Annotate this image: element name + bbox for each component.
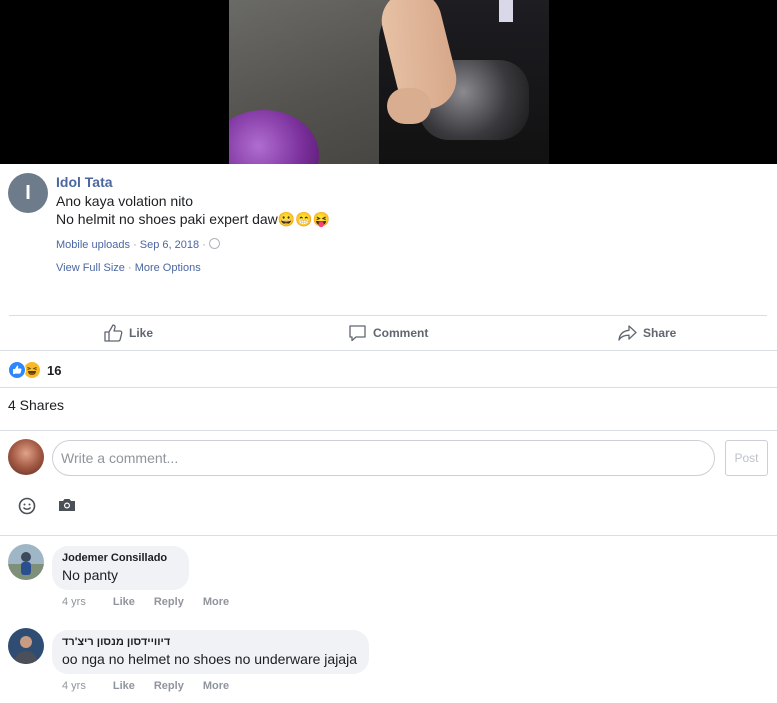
camera-icon[interactable] — [58, 497, 76, 518]
reaction-count: 16 — [47, 362, 62, 378]
shares-count[interactable]: 4 Shares — [8, 397, 64, 413]
comment-icon — [348, 324, 367, 342]
comment-button[interactable]: Comment — [348, 324, 428, 342]
photo-foot — [387, 88, 431, 124]
post-comment-button[interactable]: Post — [725, 440, 768, 476]
grinning-emoji-icon: 😀 — [277, 211, 296, 227]
comment-text: oo nga no helmet no shoes no underware j… — [62, 651, 357, 667]
thumbs-up-icon — [104, 324, 123, 342]
post-text-line-2-text: No helmit no shoes paki expert daw — [56, 211, 278, 227]
photo-viewer-backdrop — [0, 0, 777, 164]
composer-divider — [0, 535, 777, 536]
comment-author[interactable]: דיוויידסון מנסון ריצ'רד — [62, 636, 357, 648]
like-label: Like — [129, 326, 154, 340]
album-link[interactable]: Mobile uploads — [56, 239, 130, 251]
comment-author[interactable]: Jodemer Consillado — [62, 552, 177, 564]
photo-helmet — [229, 110, 319, 164]
author-name[interactable]: Idol Tata — [56, 174, 113, 190]
reactions-summary[interactable]: 16 — [8, 361, 61, 379]
view-full-size-link[interactable]: View Full Size — [56, 262, 125, 274]
action-bar-bottom-divider — [0, 350, 777, 351]
post-date-link[interactable]: Sep 6, 2018 — [140, 239, 199, 251]
tongue-emoji-icon: 😝 — [312, 211, 331, 227]
comment-text: No panty — [62, 567, 119, 583]
globe-icon[interactable] — [208, 238, 220, 249]
comment-time[interactable]: 4 yrs — [62, 596, 86, 608]
like-reaction-icon — [8, 361, 26, 379]
action-bar-top-divider — [9, 315, 767, 316]
beaming-emoji-icon: 😁 — [295, 211, 313, 227]
photo-options: View Full Size · More Options — [56, 262, 201, 274]
comment-avatar[interactable] — [8, 544, 44, 580]
meta-separator: · — [202, 239, 206, 251]
smiley-icon[interactable] — [18, 497, 36, 520]
post-text-line-1: Ano kaya volation nito — [56, 193, 193, 209]
current-user-avatar — [8, 439, 44, 475]
post-meta: Mobile uploads · Sep 6, 2018 · — [56, 238, 220, 251]
more-options-link[interactable]: More Options — [135, 262, 201, 274]
comment-like-link[interactable]: Like — [113, 596, 135, 608]
comment-like-link[interactable]: Like — [113, 680, 135, 692]
share-label: Share — [643, 326, 677, 340]
post-photo[interactable] — [229, 0, 549, 164]
comment-reply-link[interactable]: Reply — [154, 596, 184, 608]
comment-more-link[interactable]: More — [203, 596, 229, 608]
author-avatar[interactable]: I — [8, 173, 48, 213]
comment-actions: 4 yrs Like Reply More — [62, 596, 248, 608]
comment-actions: 4 yrs Like Reply More — [62, 680, 248, 692]
meta-separator: · — [133, 239, 137, 251]
comment-bubble: דיוויידסון מנסון ריצ'רד oo nga no helmet… — [52, 630, 369, 674]
post-text: Ano kaya volation nito No helmit no shoe… — [56, 192, 330, 228]
comment-bubble: Jodemer Consillado No panty — [52, 546, 189, 590]
share-arrow-icon — [618, 324, 637, 342]
like-button[interactable]: Like — [104, 324, 153, 342]
comment-input[interactable] — [52, 440, 715, 476]
photo-detail — [499, 0, 513, 22]
comment-time[interactable]: 4 yrs — [62, 680, 86, 692]
comment-label: Comment — [373, 326, 429, 340]
post-text-line-2: No helmit no shoes paki expert daw😀😁😝 — [56, 210, 330, 228]
reactions-divider — [0, 387, 777, 388]
options-separator: · — [127, 262, 132, 274]
comment-avatar[interactable] — [8, 628, 44, 664]
comment-more-link[interactable]: More — [203, 680, 229, 692]
shares-divider — [0, 430, 777, 431]
share-button[interactable]: Share — [618, 324, 676, 342]
comment-reply-link[interactable]: Reply — [154, 680, 184, 692]
